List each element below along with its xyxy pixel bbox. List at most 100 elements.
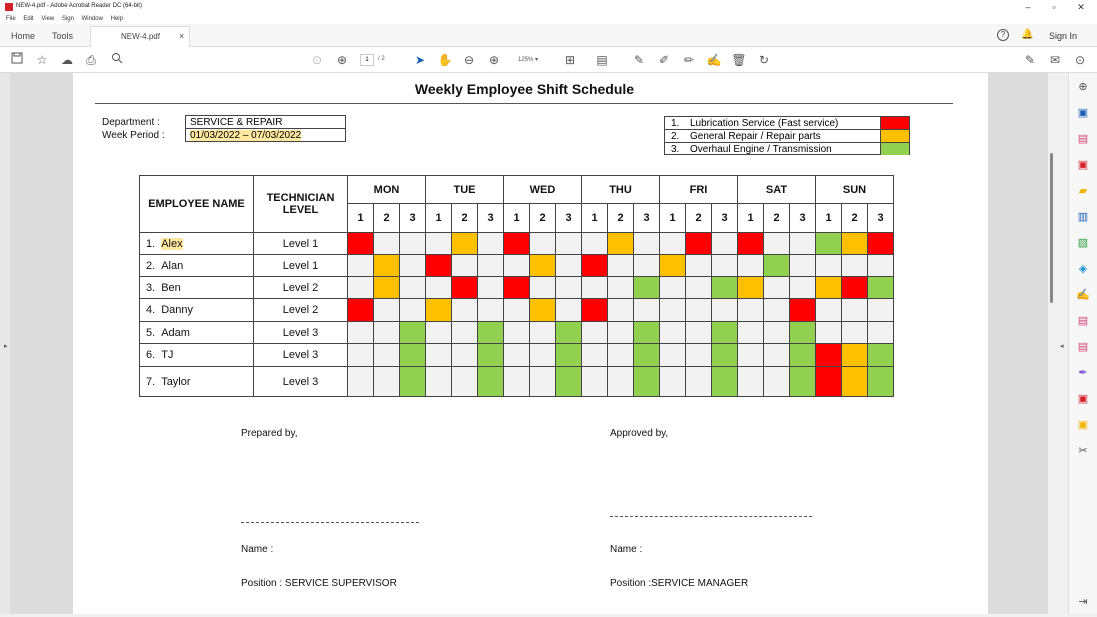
shift-cell xyxy=(737,366,764,397)
maximize-button[interactable]: ▫ xyxy=(1041,0,1067,14)
table-row: 4. Danny Level 2 xyxy=(139,298,894,322)
comment-icon[interactable]: ✎ xyxy=(631,52,647,68)
menu-view[interactable]: View xyxy=(41,14,54,24)
save-icon[interactable] xyxy=(9,52,25,68)
document-viewport[interactable]: Weekly Employee Shift Schedule Departmen… xyxy=(0,73,1053,614)
legend-swatch-red xyxy=(880,117,909,129)
shift-cell xyxy=(399,366,426,397)
sign-in-link[interactable]: Sign In xyxy=(1049,31,1077,41)
close-tab-icon[interactable]: × xyxy=(179,31,184,41)
window-title-bar: NEW-4.pdf - Adobe Acrobat Reader DC (64-… xyxy=(0,0,1097,14)
comment-panel-icon[interactable]: ▰ xyxy=(1076,184,1090,198)
shift-header: 1 xyxy=(659,203,686,233)
menu-edit[interactable]: Edit xyxy=(23,14,33,24)
page-number-input[interactable]: 1 xyxy=(360,54,374,66)
shift-cell xyxy=(711,254,738,277)
shift-cell xyxy=(451,276,478,299)
bookmark-star-icon[interactable]: ☆ xyxy=(34,52,50,68)
zoom-level-select[interactable]: 125% ▾ xyxy=(512,54,550,66)
tab-tools[interactable]: Tools xyxy=(52,31,73,41)
find-icon[interactable]: ⊙ xyxy=(1072,52,1088,68)
shift-cell xyxy=(685,254,712,277)
right-panel-expand-icon[interactable]: ◂ xyxy=(1060,342,1064,350)
next-page-icon[interactable]: ⊕ xyxy=(334,52,350,68)
more-tools-icon[interactable]: ✂ xyxy=(1076,444,1090,458)
week-period-row: 01/03/2022 – 07/03/2022 xyxy=(186,129,345,142)
zoom-in-icon[interactable]: ⊕ xyxy=(486,52,502,68)
week-period-value: 01/03/2022 – 07/03/2022 xyxy=(190,130,302,141)
shift-cell xyxy=(555,254,582,277)
rotate-icon[interactable]: ↻ xyxy=(756,52,772,68)
employee-number: 3. xyxy=(146,281,156,294)
shift-cell xyxy=(581,343,608,367)
close-window-button[interactable]: ✕ xyxy=(1068,0,1094,14)
shift-cell xyxy=(711,298,738,322)
export-pdf-icon[interactable]: ▣ xyxy=(1076,106,1090,120)
zoom-out-icon[interactable]: ⊖ xyxy=(461,52,477,68)
scroll-mode-icon[interactable]: ▤ xyxy=(594,52,610,68)
menu-sign[interactable]: Sign xyxy=(62,14,74,24)
select-cursor-icon[interactable]: ➤ xyxy=(412,52,428,68)
upload-cloud-icon[interactable]: ☁ xyxy=(59,52,75,68)
print-icon[interactable]: ⎙ xyxy=(83,52,99,68)
link-icon[interactable]: ✎ xyxy=(1022,52,1038,68)
organize-pages-icon[interactable]: ▤ xyxy=(1076,132,1090,146)
shift-header: 1 xyxy=(503,203,530,233)
minimize-button[interactable]: – xyxy=(1015,0,1041,14)
left-panel-expand-icon[interactable]: ▸ xyxy=(4,342,8,350)
stamp-icon[interactable]: ▣ xyxy=(1076,418,1090,432)
fill-sign-icon[interactable]: ✍ xyxy=(706,52,722,68)
shift-header: 1 xyxy=(815,203,842,233)
request-e-sign-icon[interactable]: ▣ xyxy=(1076,392,1090,406)
shift-cell xyxy=(425,366,452,397)
notification-bell-icon[interactable]: 🔔 xyxy=(1021,29,1033,40)
send-signature-icon[interactable]: ✒ xyxy=(1076,366,1090,380)
tab-home[interactable]: Home xyxy=(11,31,35,41)
shift-cell xyxy=(711,232,738,255)
search-icon[interactable] xyxy=(109,52,125,68)
employee-number: 6. xyxy=(146,349,156,361)
employee-name-cell: 5. Adam xyxy=(139,321,254,344)
scan-icon[interactable]: ◈ xyxy=(1076,262,1090,276)
page-fit-icon[interactable]: ⊞ xyxy=(562,52,578,68)
menu-help[interactable]: Help xyxy=(111,14,123,24)
menu-file[interactable]: File xyxy=(6,14,16,24)
employee-name-header: EMPLOYEE NAME xyxy=(139,175,254,233)
shift-header: 3 xyxy=(711,203,738,233)
employee-name-cell: 3. Ben xyxy=(139,276,254,299)
tab-document[interactable]: NEW-4.pdf × xyxy=(90,26,190,47)
employee-number: 7. xyxy=(146,375,156,388)
collapse-panel-icon[interactable]: ⇥ xyxy=(1076,595,1090,609)
fill-sign-panel-icon[interactable]: ✍ xyxy=(1076,288,1090,302)
shift-cell xyxy=(347,276,374,299)
shift-cell xyxy=(373,254,400,277)
shift-cell xyxy=(555,232,582,255)
scrollbar-thumb[interactable] xyxy=(1050,153,1053,303)
shift-cell xyxy=(451,254,478,277)
compress-icon[interactable]: ▧ xyxy=(1076,236,1090,250)
highlight-pen-icon[interactable]: ✐ xyxy=(656,52,672,68)
zoom-tool-icon[interactable]: ⊕ xyxy=(1076,80,1090,94)
shift-cell xyxy=(477,298,504,322)
shift-cell xyxy=(607,232,634,255)
employee-name: Ben xyxy=(161,281,181,294)
shift-cell xyxy=(399,321,426,344)
vertical-scrollbar[interactable] xyxy=(1048,73,1056,614)
employee-name: Danny xyxy=(161,304,193,316)
previous-page-icon[interactable]: ⊙ xyxy=(309,52,325,68)
hand-tool-icon[interactable]: ✋ xyxy=(437,52,453,68)
employee-name-cell: 6. TJ xyxy=(139,343,254,367)
create-pdf-icon[interactable]: ▣ xyxy=(1076,158,1090,172)
edit-pdf-icon[interactable]: ▤ xyxy=(1076,314,1090,328)
delete-icon[interactable]: 🗑 xyxy=(731,52,747,68)
protect-icon[interactable]: ▤ xyxy=(1076,340,1090,354)
email-icon[interactable]: ✉ xyxy=(1047,52,1063,68)
menu-window[interactable]: Window xyxy=(82,14,103,24)
draw-icon[interactable]: ✏ xyxy=(681,52,697,68)
help-icon[interactable]: ? xyxy=(997,29,1009,41)
shift-cell xyxy=(477,254,504,277)
translate-icon[interactable]: ▥ xyxy=(1076,210,1090,224)
legend-text: Lubrication Service (Fast service) xyxy=(690,118,839,129)
shift-cell xyxy=(867,276,894,299)
document-title: Weekly Employee Shift Schedule xyxy=(414,81,635,97)
